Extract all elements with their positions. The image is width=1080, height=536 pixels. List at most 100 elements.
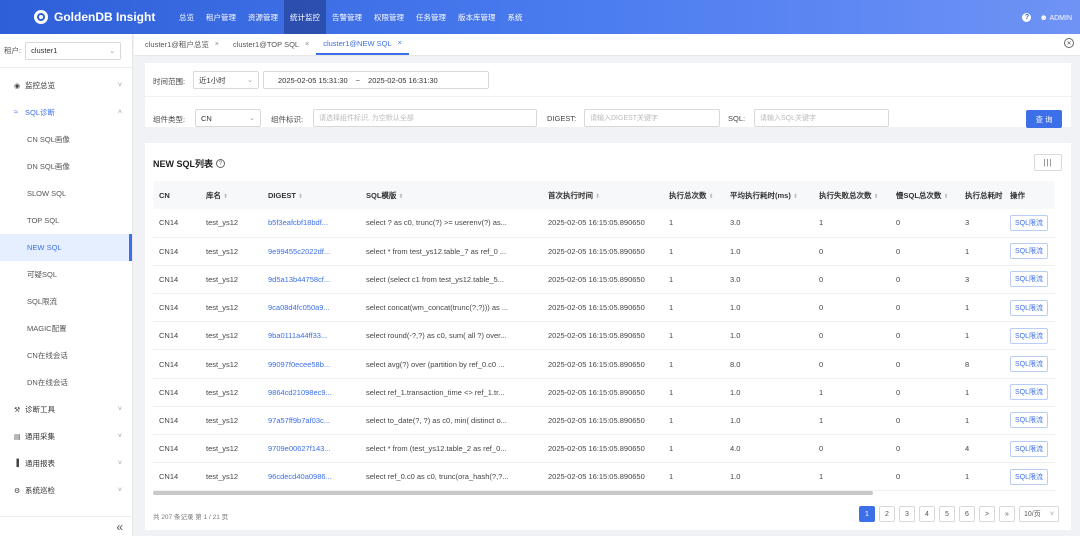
divider [145,96,1071,97]
sidebar-group[interactable]: ⚒ 诊断工具 ˅ [0,396,132,423]
component-type-select[interactable]: CN ⌄ [195,109,261,127]
user-menu[interactable]: ☻ ADMIN [1039,13,1072,22]
table-cell: 0 [813,265,890,295]
column-header[interactable]: 平均执行耗时(ms) ⬍ [724,181,813,209]
digest-link[interactable]: 9ca08d4fc050a9... [262,293,360,323]
sql-throttle-button[interactable]: SQL限流 [1010,327,1049,344]
digest-link[interactable]: b5f3eafcbf18bdf... [262,209,360,238]
sidebar-item[interactable]: CN在线会话 [0,342,132,369]
sql-input[interactable]: 请输入SQL关键字 [754,109,889,127]
sidebar-item[interactable]: 可疑SQL [0,261,132,288]
column-header[interactable]: 执行失败总次数 ⬍ [813,181,890,209]
digest-link[interactable]: 9864cd21098ec9... [262,378,360,407]
sidebar-item[interactable]: CN SQL画像 [0,126,132,153]
sidebar-group[interactable]: ▤ 通用采集 ˅ [0,423,132,450]
next-page-button[interactable]: > [979,506,995,522]
column-header[interactable]: SQL模版 ⬍ [360,181,542,209]
digest-link[interactable]: 96cdecd40a0986... [262,462,360,492]
digest-link[interactable]: 9709e00627f143... [262,434,360,464]
page-button[interactable]: 5 [939,506,955,522]
sidebar-group[interactable]: ◉ 监控总览 ˅ [0,72,132,99]
sidebar-item[interactable]: DN在线会话 [0,369,132,396]
topnav-item[interactable]: 总览 [173,0,200,34]
sql-throttle-button[interactable]: SQL限流 [1010,384,1049,401]
digest-link[interactable]: 9e99455c2022df... [262,237,360,266]
sql-throttle-button[interactable]: SQL限流 [1010,412,1049,429]
sort-icon[interactable]: ⬍ [793,194,798,200]
topnav-item[interactable]: 任务管理 [410,0,452,34]
sql-throttle-button[interactable]: SQL限流 [1010,243,1049,260]
sidebar-group[interactable]: ▐ 通用报表 ˅ [0,450,132,477]
help-icon[interactable]: ? [1022,12,1032,22]
page-size-select[interactable]: 10/页 ˅ [1019,506,1059,522]
sort-icon[interactable]: ⬍ [398,194,403,200]
sort-icon[interactable]: ⬍ [943,194,948,200]
page-button[interactable]: 2 [879,506,895,522]
page-button[interactable]: 1 [859,506,875,522]
close-all-tabs-icon[interactable]: ✕ [1064,38,1074,48]
digest-link[interactable]: 97a57ff9b7af03c... [262,406,360,436]
sql-throttle-button[interactable]: SQL限流 [1010,356,1049,373]
topnav-item[interactable]: 系统 [502,0,529,34]
page-button[interactable]: 4 [919,506,935,522]
sql-throttle-button[interactable]: SQL限流 [1010,271,1049,288]
topnav-item[interactable]: 权限管理 [368,0,410,34]
start-time: 2025-02-05 15:31:30 [278,75,348,85]
topnav-item[interactable]: 告警管理 [326,0,368,34]
sort-icon[interactable]: ⬍ [874,194,879,200]
column-header[interactable]: DIGEST ⬍ [262,181,360,209]
sidebar-group[interactable]: ⚙ 系统巡检 ˅ [0,477,132,504]
page-button[interactable]: 3 [899,506,915,522]
query-button[interactable]: 查 询 [1026,110,1062,128]
question-icon[interactable]: ? [216,159,225,168]
column-header[interactable]: 库名 ⬍ [200,181,262,209]
sql-throttle-button[interactable]: SQL限流 [1010,468,1049,485]
sidebar-item[interactable]: DN SQL画像 [0,153,132,180]
column-header[interactable]: 执行总次数 ⬍ [663,181,724,209]
sort-icon[interactable]: ⬍ [709,194,714,200]
sidebar-group[interactable]: ≈ SQL诊断 ˄ [0,99,132,126]
sidebar-item[interactable]: MAGIC配置 [0,315,132,342]
tenant-select[interactable]: cluster1 ⌄ [25,41,122,60]
tab[interactable]: cluster1@TOP SQL × [226,34,316,55]
digest-link[interactable]: 99097f0ecee58b... [262,349,360,379]
sort-icon[interactable]: ⬍ [223,194,228,200]
table-cell: 0 [813,237,890,266]
sql-throttle-button[interactable]: SQL限流 [1010,299,1049,316]
close-icon[interactable]: × [398,40,402,47]
table-cell: 1 [959,293,1004,323]
table-cell: 1.0 [724,293,813,323]
last-page-button[interactable]: » [999,506,1015,522]
sql-throttle-button[interactable]: SQL限流 [1010,440,1049,457]
digest-input[interactable]: 请输入DIGEST关键字 [584,109,720,127]
page-button[interactable]: 6 [959,506,975,522]
sql-throttle-button[interactable]: SQL限流 [1010,214,1049,231]
topnav-item[interactable]: 统计监控 [284,0,326,34]
topnav-item[interactable]: 版本库管理 [452,0,502,34]
close-icon[interactable]: × [305,41,309,48]
sort-icon[interactable]: ⬍ [298,194,303,200]
table-cell: 1 [663,462,724,492]
sidebar-item[interactable]: SLOW SQL [0,180,132,207]
component-id-select[interactable]: 请选择组件标识, 为空默认全部 [313,109,537,127]
column-settings-button[interactable]: ||| [1034,154,1062,171]
sidebar-item[interactable]: NEW SQL [0,234,132,261]
time-range-select[interactable]: 近1小时 ⌄ [193,71,259,89]
sort-icon[interactable]: ⬍ [595,194,600,200]
digest-link[interactable]: 9ba0111a44ff33... [262,321,360,351]
app-logo[interactable]: GoldenDB Insight [0,10,165,24]
topnav-item[interactable]: 资源管理 [242,0,284,34]
close-icon[interactable]: × [215,41,219,48]
column-header[interactable]: 慢SQL总次数 ⬍ [890,181,959,209]
column-header[interactable]: 首次执行时间 ⬍ [542,181,663,209]
chart-icon: ≈ [14,109,18,116]
horizontal-scrollbar[interactable] [153,491,873,495]
date-range-picker[interactable]: 2025-02-05 15:31:30 ~ 2025-02-05 16:31:3… [263,71,489,89]
tab[interactable]: cluster1@NEW SQL × [316,34,409,55]
sidebar-item[interactable]: TOP SQL [0,207,132,234]
collapse-sidebar-button[interactable]: « [0,516,133,536]
sidebar-item[interactable]: SQL限流 [0,288,132,315]
topnav-item[interactable]: 租户管理 [200,0,242,34]
digest-link[interactable]: 9d5a13b44758cf... [262,265,360,295]
tab[interactable]: cluster1@租户总览 × [138,34,226,55]
